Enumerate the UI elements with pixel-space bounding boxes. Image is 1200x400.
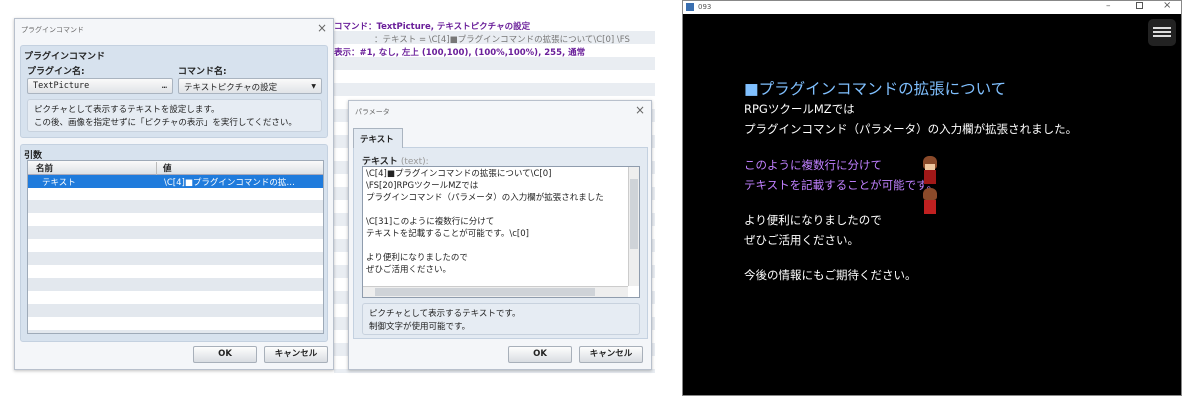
command-name-select[interactable]: テキストピクチャの設定 ▼: [178, 78, 322, 94]
command-name-label: コマンド名:: [178, 67, 227, 77]
tab-panel: テキスト (text): \C[4]■プラグインコマンドの拡張について\C[0]…: [353, 147, 648, 339]
text-line: \FS[20]RPGツクールMZでは: [366, 181, 479, 191]
ok-button[interactable]: OK: [508, 346, 572, 363]
chevron-down-icon: ▼: [311, 83, 316, 90]
plugin-command-dialog: プラグインコマンド × プラグインコマンド プラグイン名: TextPictur…: [14, 18, 334, 370]
command-description: ピクチャとして表示するテキストを設定します。 この後、画像を指定せずに「ピクチャ…: [27, 99, 322, 132]
column-name[interactable]: 名前: [36, 162, 53, 174]
command-line[interactable]: コマンド：TextPicture, テキストピクチャの設定: [334, 20, 530, 32]
text-line: ぜひご活用ください。: [366, 265, 452, 275]
parameter-description: ピクチャとして表示するテキストです。 制御文字が使用可能です。: [362, 303, 640, 335]
message-line: 今後の情報にもご期待ください。: [744, 268, 917, 282]
close-icon[interactable]: ×: [1163, 0, 1171, 11]
close-icon[interactable]: ×: [635, 103, 645, 117]
message-line-highlight: このように複数行に分けて: [744, 158, 882, 172]
text-line: プラグインコマンド（パラメータ）の入力欄が拡張されました: [366, 193, 604, 203]
message-line: プラグインコマンド（パラメータ）の入力欄が拡張されました。: [744, 122, 1078, 136]
title-bar: 093 – ×: [683, 0, 1181, 14]
game-window: 093 – × ■プラグインコマンドの拡張について RPGツクールMZでは プラ…: [682, 0, 1182, 396]
cancel-button[interactable]: キャンセル: [579, 346, 643, 363]
arg-value: \C[4]■プラグインコマンドの拡…: [164, 178, 295, 188]
tab-text[interactable]: テキスト: [353, 128, 403, 148]
table-header: 名前 値: [28, 161, 323, 175]
description-line: この後、画像を指定せずに「ピクチャの表示」を実行してください。: [34, 118, 297, 128]
message-line: ぜひご活用ください。: [744, 233, 859, 247]
menu-button[interactable]: [1148, 19, 1176, 46]
command-line[interactable]: ：テキスト = \C[4]■プラグインコマンドの拡張について\C[0] \FS: [374, 33, 630, 45]
message-line: RPGツクールMZでは: [744, 102, 855, 116]
character-sprite: [921, 156, 939, 216]
window-title: 093: [698, 3, 712, 11]
scroll-thumb[interactable]: [630, 179, 638, 249]
parameter-dialog: パラメータ × テキスト テキスト (text): \C[4]■プラグインコマン…: [348, 100, 652, 370]
plugin-command-section: プラグインコマンド プラグイン名: TextPicture … コマンド名: テキ…: [20, 45, 328, 138]
text-line: より便利になりましたので: [366, 253, 468, 263]
description-line: ピクチャとして表示するテキストです。: [369, 309, 521, 319]
table-row[interactable]: テキスト \C[4]■プラグインコマンドの拡…: [28, 175, 323, 188]
hamburger-icon: [1153, 27, 1171, 29]
message-line-highlight: テキストを記載することが可能です。: [744, 178, 939, 192]
maximize-icon[interactable]: [1136, 2, 1143, 9]
cancel-button[interactable]: キャンセル: [264, 346, 328, 363]
dialog-title: プラグインコマンド: [21, 26, 84, 34]
vertical-scrollbar[interactable]: [628, 167, 639, 286]
scroll-thumb[interactable]: [375, 288, 595, 296]
column-value[interactable]: 値: [156, 162, 172, 175]
command-name-value: テキストピクチャの設定: [184, 83, 278, 93]
arg-name: テキスト: [42, 178, 76, 188]
text-line: \C[31]このように複数行に分けて: [366, 217, 495, 227]
arguments-section: 引数 名前 値 テキスト \C[4]■プラグインコマンドの拡…: [20, 144, 328, 342]
message-heading: ■プラグインコマンドの拡張について: [744, 80, 1007, 98]
minimize-icon[interactable]: –: [1106, 1, 1111, 11]
text-line: テキストを記載することが可能です。\c[0]: [366, 229, 529, 239]
plugin-name-value: TextPicture: [33, 81, 90, 91]
text-area[interactable]: \C[4]■プラグインコマンドの拡張について\C[0] \FS[20]RPGツク…: [362, 166, 640, 298]
dialog-title: パラメータ: [355, 108, 390, 116]
plugin-name-field[interactable]: TextPicture …: [27, 78, 173, 94]
browse-button[interactable]: …: [162, 81, 167, 91]
ok-button[interactable]: OK: [193, 346, 257, 363]
horizontal-scrollbar[interactable]: [363, 286, 628, 297]
command-line[interactable]: 表示：#1, なし, 左上 (100,100), (100%,100%), 25…: [334, 46, 585, 58]
app-icon: [686, 3, 694, 11]
message-line: より便利になりましたので: [744, 213, 882, 227]
arguments-table: 名前 値 テキスト \C[4]■プラグインコマンドの拡…: [27, 160, 324, 334]
plugin-name-label: プラグイン名:: [27, 67, 85, 77]
description-line: 制御文字が使用可能です。: [369, 322, 471, 332]
text-area-content: \C[4]■プラグインコマンドの拡張について\C[0] \FS[20]RPGツク…: [363, 169, 628, 285]
description-line: ピクチャとして表示するテキストを設定します。: [34, 105, 220, 115]
close-icon[interactable]: ×: [317, 21, 327, 35]
section-title: プラグインコマンド: [24, 52, 106, 62]
text-line: \C[4]■プラグインコマンドの拡張について\C[0]: [366, 169, 552, 179]
